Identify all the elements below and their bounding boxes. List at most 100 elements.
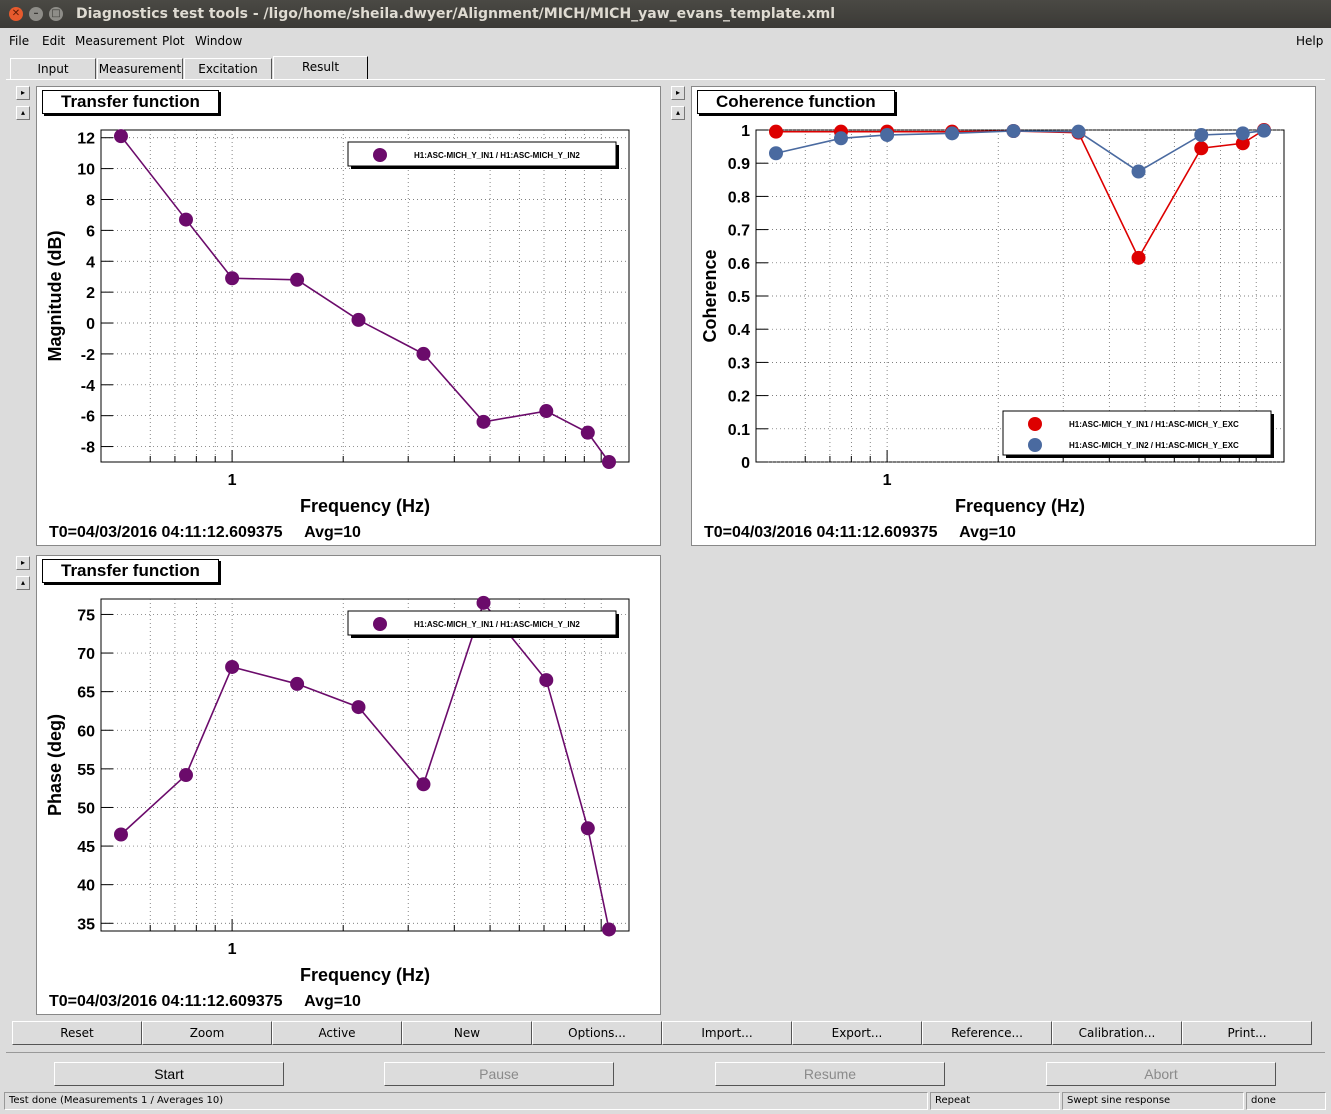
plot-info: T0=04/03/2016 04:11:12.609375 Avg=10 xyxy=(49,993,361,1010)
window-titlebar[interactable]: ✕ – □ Diagnostics test tools - /ligo/hom… xyxy=(0,0,1331,28)
zoom-button[interactable]: Zoom xyxy=(142,1021,272,1045)
x-axis-label: Frequency (Hz) xyxy=(300,965,430,985)
maximize-icon[interactable]: □ xyxy=(49,7,63,21)
x-tick-label: 1 xyxy=(883,472,892,489)
status-type: Swept sine response xyxy=(1062,1092,1244,1110)
legend: H1:ASC-MICH_Y_IN1 / H1:ASC-MICH_Y_EXC H1:… xyxy=(1002,410,1274,458)
coherence-chart[interactable]: 1 0.9 0.8 0.7 0.6 0.5 0.4 0.3 0.2 0.1 0 1 Frequency … xyxy=(692,87,1317,547)
magnitude-pad[interactable]: 12 10 8 6 4 2 0 -2 -4 -6 -8 1 Frequency (Hz) Magnitud… xyxy=(36,86,661,546)
data-point xyxy=(1235,126,1250,141)
y-tick-label: 70 xyxy=(77,646,95,663)
data-point xyxy=(769,146,783,161)
status-repeat: Repeat xyxy=(930,1092,1060,1110)
y-tick-label: 0.6 xyxy=(728,256,750,273)
legend-label: H1:ASC-MICH_Y_IN1 / H1:ASC-MICH_Y_IN2 xyxy=(414,620,580,629)
y-tick-label: 0 xyxy=(86,316,95,333)
pad-title: Coherence function xyxy=(697,90,895,114)
new-button[interactable]: New xyxy=(402,1021,532,1045)
data-point xyxy=(416,777,431,792)
data-point xyxy=(602,922,616,937)
y-tick-label: 60 xyxy=(77,723,95,740)
menu-edit[interactable]: Edit xyxy=(42,34,65,48)
y-tick-label: 2 xyxy=(86,285,95,302)
x-axis-label: Frequency (Hz) xyxy=(300,496,430,516)
minimize-icon[interactable]: – xyxy=(29,7,43,21)
tab-result[interactable]: Result xyxy=(273,56,368,79)
tab-measurement[interactable]: Measurement xyxy=(97,58,183,79)
y-tick-label: 50 xyxy=(77,800,95,817)
data-point xyxy=(225,659,240,674)
y-axis-label: Coherence xyxy=(700,249,720,342)
pad-collapse-icon[interactable]: ▴ xyxy=(671,106,685,120)
calibration-button[interactable]: Calibration... xyxy=(1052,1021,1182,1045)
export-button[interactable]: Export... xyxy=(792,1021,922,1045)
plot-frame xyxy=(100,598,630,932)
menu-measurement[interactable]: Measurement xyxy=(75,34,157,48)
data-point xyxy=(1194,141,1209,156)
x-tick-label: 1 xyxy=(228,472,237,489)
data-point xyxy=(351,700,366,715)
y-tick-label: 0.5 xyxy=(728,289,750,306)
options-button[interactable]: Options... xyxy=(532,1021,662,1045)
tab-excitation[interactable]: Excitation xyxy=(184,58,272,79)
y-tick-label: 35 xyxy=(77,916,95,933)
legend-marker xyxy=(1028,417,1042,431)
y-tick-label: -2 xyxy=(81,347,95,364)
start-button[interactable]: Start xyxy=(54,1062,284,1086)
data-point xyxy=(1131,250,1146,265)
menu-plot[interactable]: Plot xyxy=(162,34,185,48)
y-tick-label: 4 xyxy=(86,254,95,271)
abort-button[interactable]: Abort xyxy=(1046,1062,1276,1086)
magnitude-chart[interactable]: 12 10 8 6 4 2 0 -2 -4 -6 -8 1 Frequency (Hz) Magnitud… xyxy=(37,87,662,547)
pad-collapse-icon[interactable]: ▴ xyxy=(16,576,30,590)
close-icon[interactable]: ✕ xyxy=(9,7,23,21)
phase-pad[interactable]: 75 70 65 60 55 50 45 40 35 1 Frequency (Hz) Phase (… xyxy=(36,555,661,1015)
data-point xyxy=(769,124,783,139)
resume-button[interactable]: Resume xyxy=(715,1062,945,1086)
y-tick-label: 0.1 xyxy=(728,422,750,439)
tab-divider xyxy=(6,79,1325,80)
reference-button[interactable]: Reference... xyxy=(922,1021,1052,1045)
data-point xyxy=(1194,127,1209,142)
data-point xyxy=(114,129,128,144)
menu-bar: File Edit Measurement Plot Window Help xyxy=(0,30,1331,52)
x-tick-label: 1 xyxy=(228,941,237,958)
import-button[interactable]: Import... xyxy=(662,1021,792,1045)
pad-expand-icon[interactable]: ▸ xyxy=(671,86,685,100)
data-point xyxy=(225,271,240,286)
y-tick-label: 0 xyxy=(741,455,750,472)
y-tick-label: 12 xyxy=(77,131,95,148)
active-button[interactable]: Active xyxy=(272,1021,402,1045)
menu-window[interactable]: Window xyxy=(195,34,242,48)
window-title: Diagnostics test tools - /ligo/home/shei… xyxy=(76,6,836,22)
pad-expand-icon[interactable]: ▸ xyxy=(16,556,30,570)
tab-input[interactable]: Input xyxy=(10,58,96,79)
data-point xyxy=(476,595,491,610)
data-point xyxy=(602,455,616,469)
phase-chart[interactable]: 75 70 65 60 55 50 45 40 35 1 Frequency (Hz) Phase (… xyxy=(37,556,662,1016)
data-point xyxy=(476,414,491,429)
y-tick-label: 0.8 xyxy=(728,189,750,206)
coherence-pad[interactable]: 1 0.9 0.8 0.7 0.6 0.5 0.4 0.3 0.2 0.1 0 1 Frequency … xyxy=(691,86,1316,546)
menu-file[interactable]: File xyxy=(9,34,29,48)
data-point xyxy=(539,404,554,419)
y-tick-label: -8 xyxy=(81,440,95,457)
pad-collapse-icon[interactable]: ▴ xyxy=(16,106,30,120)
y-tick-label: 8 xyxy=(86,192,95,209)
legend-label: H1:ASC-MICH_Y_IN1 / H1:ASC-MICH_Y_IN2 xyxy=(414,151,580,160)
y-tick-label: 10 xyxy=(77,162,95,179)
pad-title: Transfer function xyxy=(42,559,219,583)
pause-button[interactable]: Pause xyxy=(384,1062,614,1086)
legend-marker xyxy=(373,617,387,631)
y-tick-label: 55 xyxy=(77,762,95,779)
status-message: Test done (Measurements 1 / Averages 10) xyxy=(4,1092,928,1110)
pad-expand-icon[interactable]: ▸ xyxy=(16,86,30,100)
menu-help[interactable]: Help xyxy=(1296,34,1323,48)
legend-label: H1:ASC-MICH_Y_IN2 / H1:ASC-MICH_Y_EXC xyxy=(1069,441,1239,450)
y-tick-label: -4 xyxy=(81,378,95,395)
reset-button[interactable]: Reset xyxy=(12,1021,142,1045)
data-point xyxy=(290,272,305,287)
plot-info: T0=04/03/2016 04:11:12.609375 Avg=10 xyxy=(49,524,361,541)
divider xyxy=(6,1052,1325,1053)
print-button[interactable]: Print... xyxy=(1182,1021,1312,1045)
